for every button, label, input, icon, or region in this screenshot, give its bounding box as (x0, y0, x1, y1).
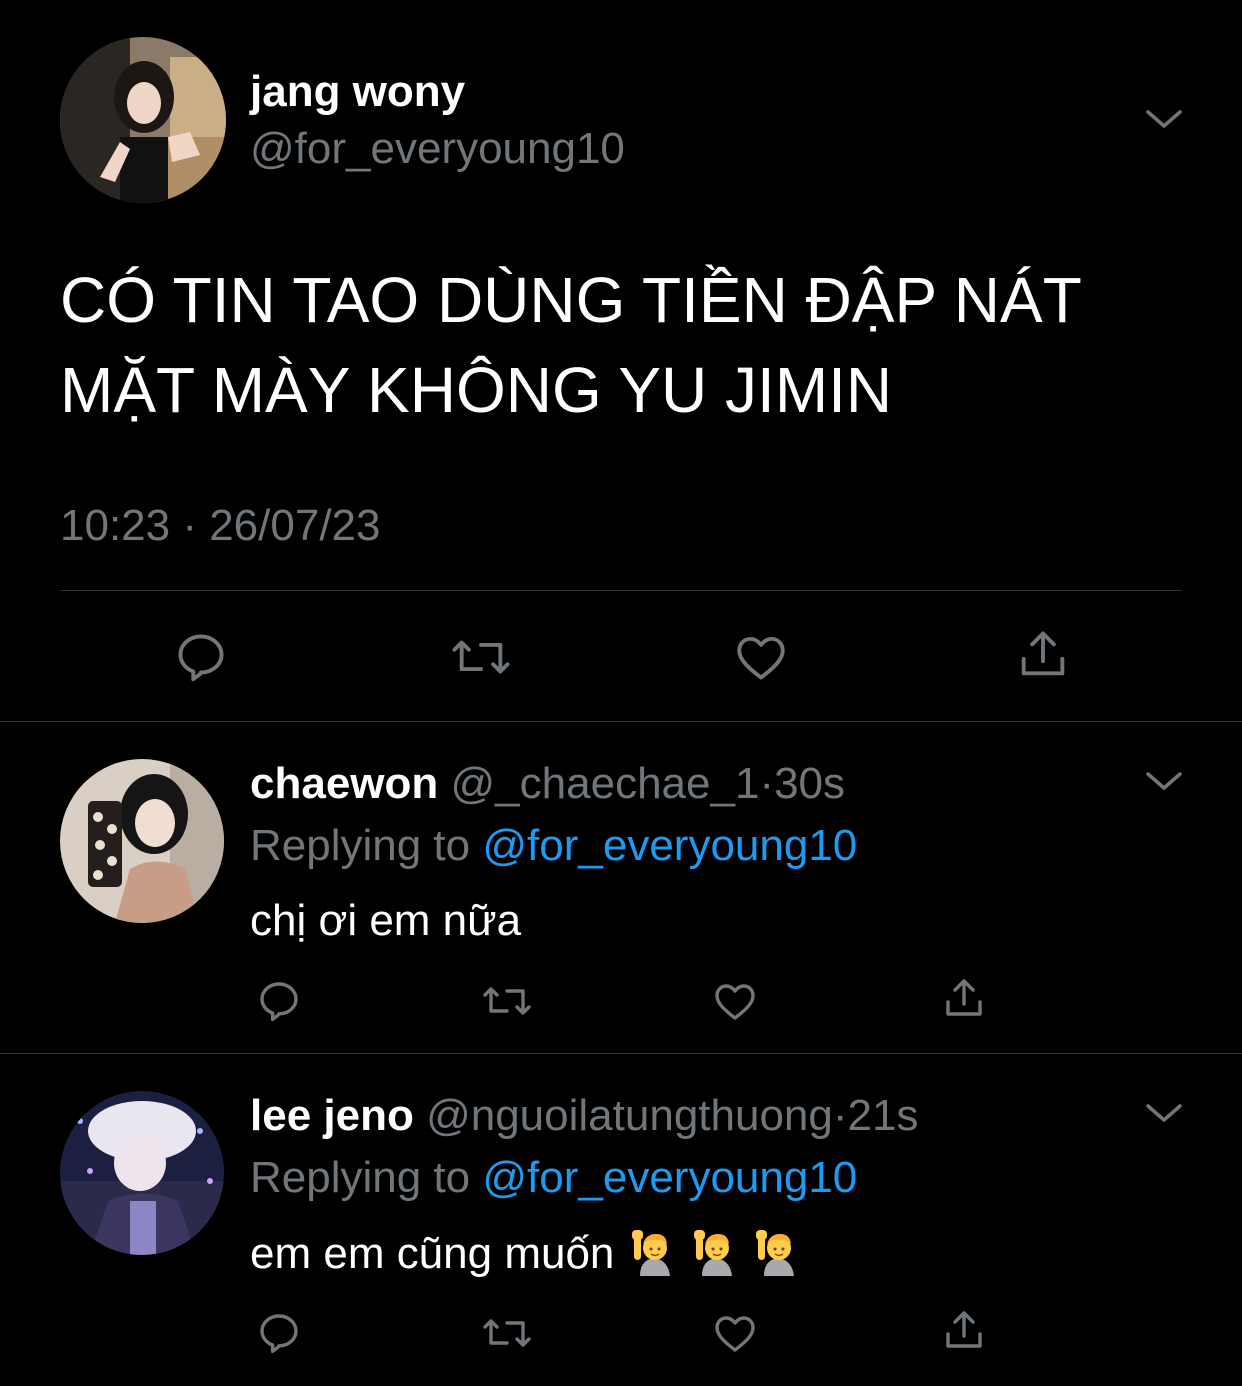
retweet-icon[interactable] (480, 977, 534, 1025)
reply-handle[interactable]: @nguoilatungthuong (426, 1091, 833, 1140)
tweet-text-line1: CÓ TIN TAO DÙNG TIỀN ĐẬP NÁT (60, 264, 1082, 336)
reply-header: lee jeno @nguoilatungthuong·21s (250, 1090, 918, 1142)
reply-time[interactable]: 21s (848, 1091, 919, 1140)
tweet-text: CÓ TIN TAO DÙNG TIỀN ĐẬP NÁT MẶT MÀY KHÔ… (60, 255, 1082, 435)
handle[interactable]: @for_everyoung10 (250, 123, 625, 175)
reply-header: chaewon @_chaechae_1·30s (250, 758, 845, 810)
reply-handle[interactable]: @_chaechae_1 (451, 759, 760, 808)
person-raising-hand-emoji (628, 1226, 680, 1278)
share-icon[interactable] (940, 1306, 988, 1354)
reply-text-row: em em cũng muốn (250, 1226, 804, 1280)
chevron-down-icon[interactable] (1142, 758, 1186, 802)
retweet-icon[interactable] (449, 628, 513, 686)
dot-separator: · (759, 759, 775, 808)
replying-to-label: Replying to (250, 821, 471, 870)
share-icon[interactable] (1014, 625, 1072, 683)
reply-icon[interactable] (255, 1309, 303, 1357)
share-icon[interactable] (940, 974, 988, 1022)
retweet-icon[interactable] (480, 1309, 534, 1357)
reply-icon[interactable] (172, 628, 230, 686)
reply-text: chị ơi em nữa (250, 896, 522, 945)
avatar-jang-wony[interactable] (60, 37, 226, 203)
like-icon[interactable] (711, 1309, 759, 1357)
replying-to: Replying to @for_everyoung10 (250, 1152, 857, 1204)
reply-icon[interactable] (255, 977, 303, 1025)
divider (60, 590, 1182, 591)
reply-text: em em cũng muốn (250, 1229, 615, 1278)
emoji-group (614, 1229, 804, 1278)
person-raising-hand-emoji (752, 1226, 804, 1278)
avatar-chaewon[interactable] (60, 759, 224, 923)
replying-to: Replying to @for_everyoung10 (250, 820, 857, 872)
divider (0, 1053, 1242, 1054)
chevron-down-icon[interactable] (1142, 96, 1186, 140)
replying-to-handle[interactable]: @for_everyoung10 (482, 821, 857, 870)
chevron-down-icon[interactable] (1142, 1090, 1186, 1134)
reply-display-name[interactable]: chaewon (250, 759, 438, 808)
replying-to-label: Replying to (250, 1153, 471, 1202)
tweet-text-line2: MẶT MÀY KHÔNG YU JIMIN (60, 354, 893, 426)
person-raising-hand-emoji (690, 1226, 742, 1278)
avatar-lee-jeno[interactable] (60, 1091, 224, 1255)
reply-time[interactable]: 30s (774, 759, 845, 808)
reply-display-name[interactable]: lee jeno (250, 1091, 414, 1140)
tweet-timestamp[interactable]: 10:23 · 26/07/23 (60, 500, 380, 552)
like-icon[interactable] (711, 977, 759, 1025)
like-icon[interactable] (732, 628, 790, 686)
display-name[interactable]: jang wony (250, 66, 465, 118)
dot-separator: · (832, 1091, 848, 1140)
divider (0, 721, 1242, 722)
replying-to-handle[interactable]: @for_everyoung10 (482, 1153, 857, 1202)
